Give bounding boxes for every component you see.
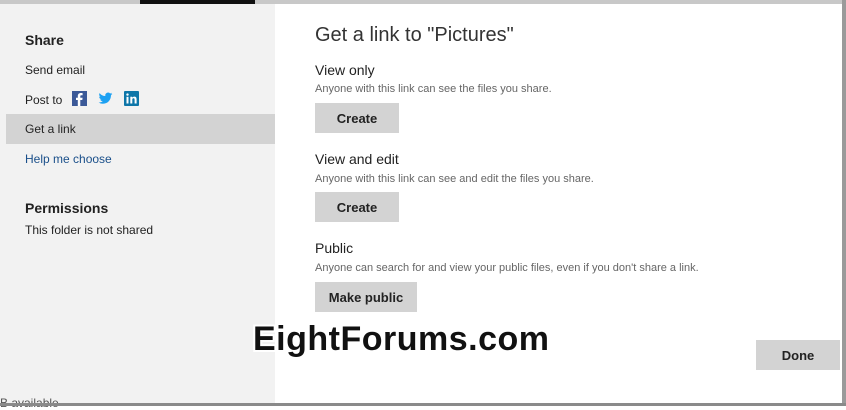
watermark-text: EightForums.com — [253, 320, 550, 358]
social-icons — [72, 91, 139, 106]
public-title: Public — [315, 240, 354, 256]
post-to-label: Post to — [25, 93, 63, 107]
linkedin-icon[interactable] — [124, 91, 139, 106]
view-edit-title: View and edit — [315, 151, 399, 167]
right-border — [842, 0, 846, 406]
twitter-icon[interactable] — [98, 91, 113, 106]
folder-status-text: This folder is not shared — [25, 223, 154, 237]
done-button[interactable]: Done — [756, 340, 840, 370]
share-heading: Share — [25, 32, 64, 48]
get-link-label: Get a link — [25, 122, 76, 136]
public-description: Anyone can search for and view your publ… — [315, 262, 699, 274]
help-me-choose-link[interactable]: Help me choose — [25, 152, 112, 166]
send-email-link[interactable]: Send email — [25, 63, 85, 77]
create-view-edit-button[interactable]: Create — [315, 192, 399, 222]
facebook-icon[interactable] — [72, 91, 87, 106]
view-only-description: Anyone with this link can see the files … — [315, 83, 552, 95]
view-only-title: View only — [315, 62, 375, 78]
page-title: Get a link to "Pictures" — [315, 24, 514, 46]
create-view-only-button[interactable]: Create — [315, 103, 399, 133]
share-sidebar: Share Send email Post to Get a link Help… — [0, 4, 275, 410]
make-public-button[interactable]: Make public — [315, 282, 417, 312]
permissions-heading: Permissions — [25, 200, 109, 216]
view-edit-description: Anyone with this link can see and edit t… — [315, 173, 594, 185]
get-link-item[interactable]: Get a link — [6, 114, 275, 144]
